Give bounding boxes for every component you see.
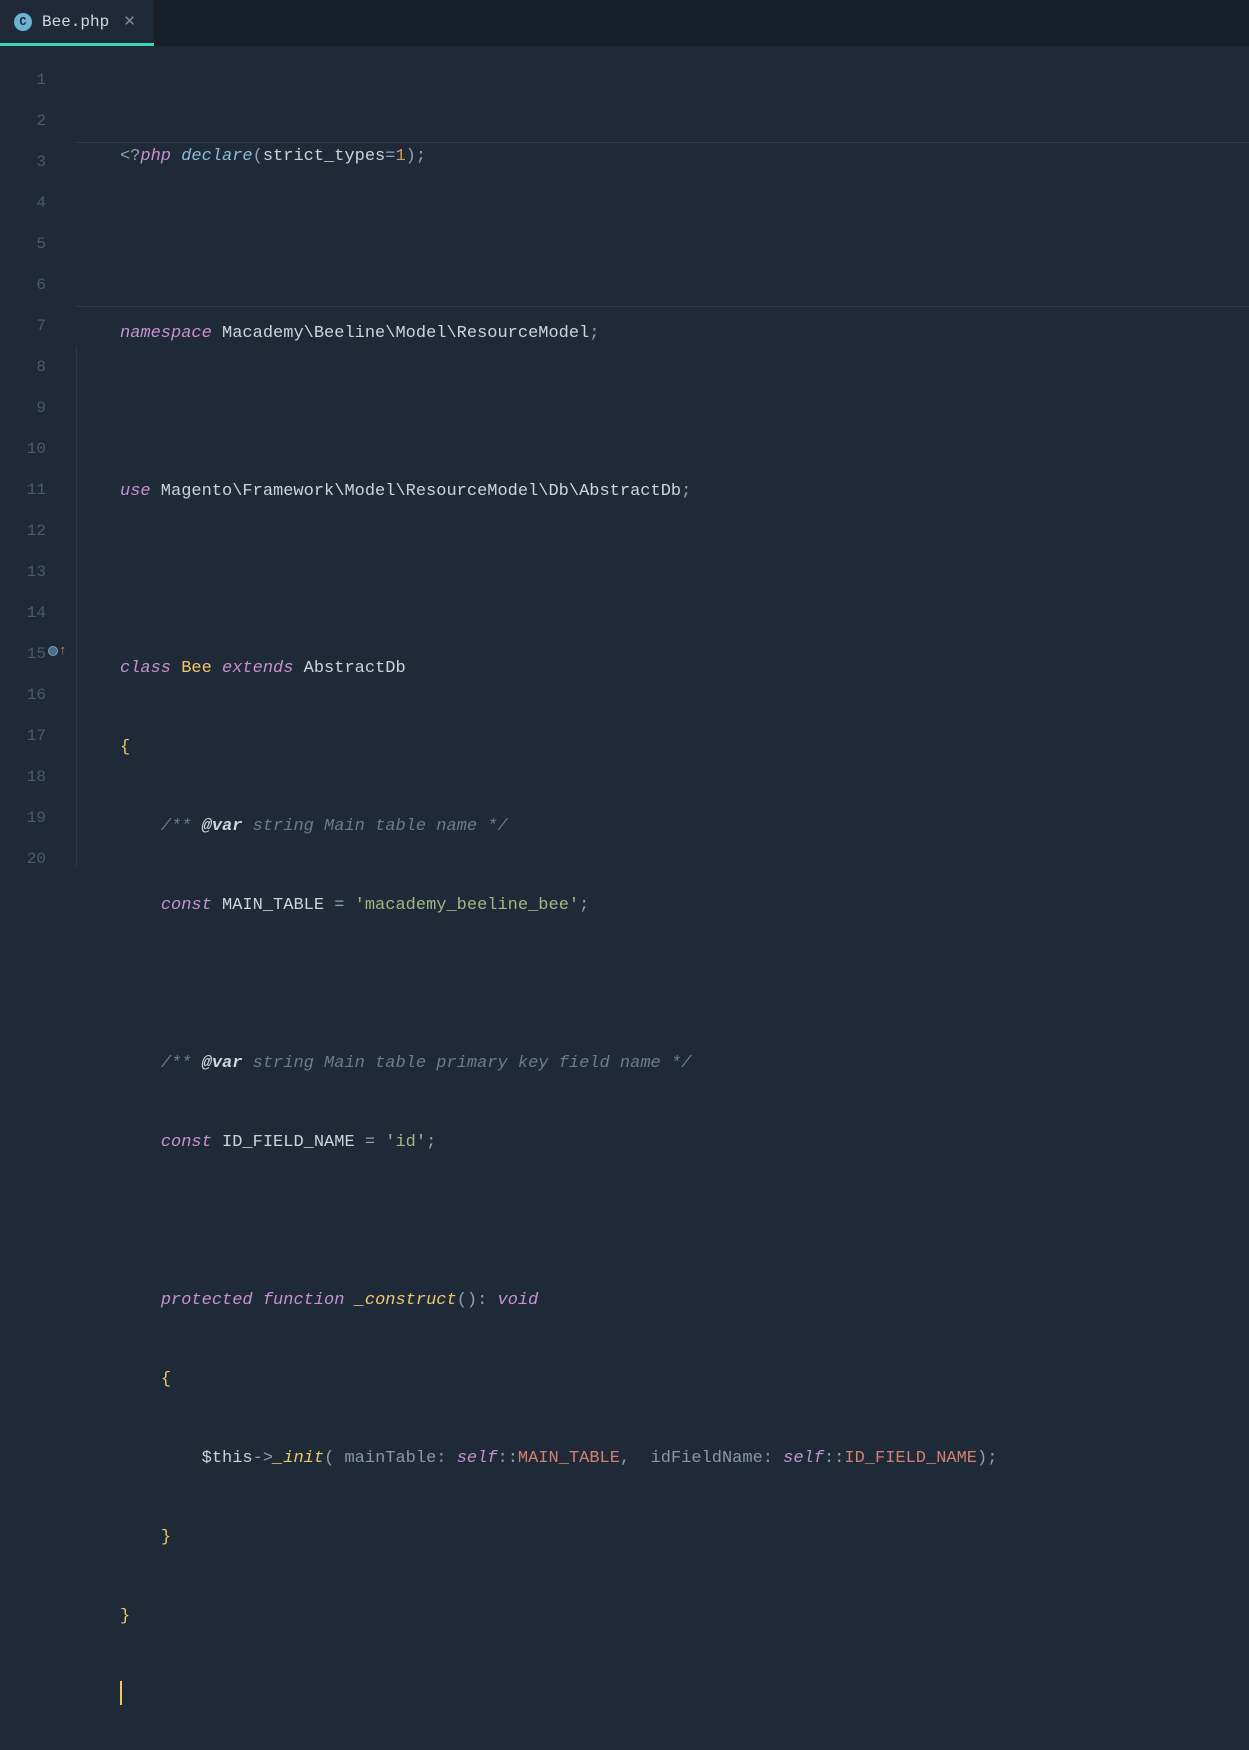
code-line: use Magento\Framework\Model\ResourceMode… <box>120 471 1249 512</box>
line-number: 2 <box>0 101 76 142</box>
code-line: const MAIN_TABLE = 'macademy_beeline_bee… <box>120 885 1249 926</box>
line-number: 6 <box>0 265 76 306</box>
line-number: 9 <box>0 388 76 429</box>
line-number: 18 <box>0 757 76 798</box>
code-line: protected function _construct(): void <box>120 1280 1249 1321</box>
text-cursor <box>120 1681 122 1705</box>
line-number: 15↑ <box>0 634 76 675</box>
code-line: namespace Macademy\Beeline\Model\Resourc… <box>120 313 1249 354</box>
line-number: 11 <box>0 470 76 511</box>
tab-bee-php[interactable]: C Bee.php ✕ <box>0 0 154 46</box>
line-number: 3 <box>0 142 76 183</box>
line-number: 14 <box>0 593 76 634</box>
line-number-gutter: 123456789101112131415↑1617181920 <box>0 46 76 875</box>
line-number: 1 <box>0 60 76 101</box>
code-line: const ID_FIELD_NAME = 'id'; <box>120 1122 1249 1163</box>
code-line <box>120 550 1249 591</box>
override-marker-icon[interactable]: ↑ <box>48 646 67 656</box>
code-line <box>120 1201 1249 1242</box>
line-number: 17 <box>0 716 76 757</box>
close-icon[interactable]: ✕ <box>119 10 140 33</box>
code-line: /** @var string Main table primary key f… <box>120 1043 1249 1084</box>
code-area[interactable]: <?php declare(strict_types=1); namespace… <box>76 46 1249 875</box>
line-number: 13 <box>0 552 76 593</box>
code-line <box>120 1675 1249 1716</box>
code-line: class Bee extends AbstractDb <box>120 648 1249 689</box>
line-number: 7 <box>0 306 76 347</box>
code-line: /** @var string Main table name */ <box>120 806 1249 847</box>
line-number: 19 <box>0 798 76 839</box>
line-number: 4 <box>0 183 76 224</box>
code-line: { <box>120 1359 1249 1400</box>
code-line <box>120 215 1249 256</box>
line-number: 10 <box>0 429 76 470</box>
code-line: } <box>120 1596 1249 1637</box>
line-number: 12 <box>0 511 76 552</box>
file-type-icon: C <box>14 13 32 31</box>
line-number: 8 <box>0 347 76 388</box>
editor: 123456789101112131415↑1617181920 <?php d… <box>0 46 1249 875</box>
line-number: 20 <box>0 839 76 880</box>
code-line: { <box>120 727 1249 768</box>
code-line <box>120 392 1249 433</box>
code-line: } <box>120 1517 1249 1558</box>
code-line: $this->_init( mainTable: self::MAIN_TABL… <box>120 1438 1249 1479</box>
tab-bar: C Bee.php ✕ <box>0 0 1249 46</box>
line-number: 16 <box>0 675 76 716</box>
line-number: 5 <box>0 224 76 265</box>
tab-filename: Bee.php <box>42 13 109 31</box>
code-line <box>120 964 1249 1005</box>
